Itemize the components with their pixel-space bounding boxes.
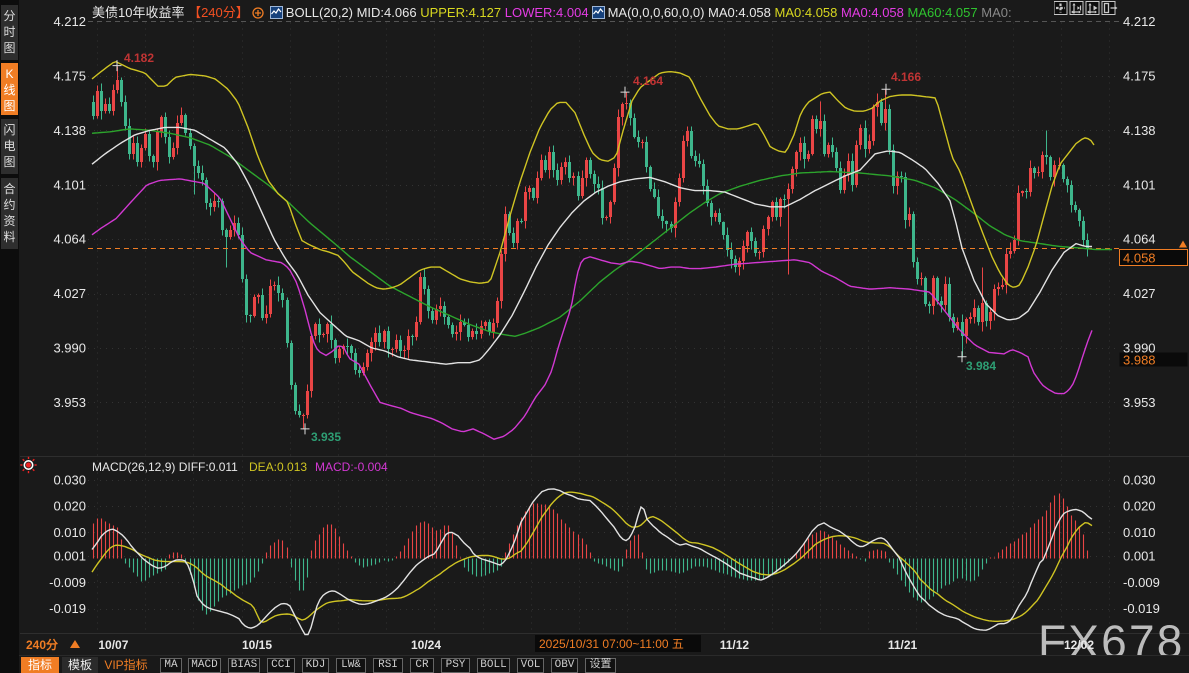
svg-text:2025/10/31 07:00~11:00 五: 2025/10/31 07:00~11:00 五 [539,637,684,651]
svg-text:4.212: 4.212 [53,14,86,29]
svg-text:-0.009: -0.009 [1123,575,1160,590]
svg-text:4.027: 4.027 [1123,286,1156,301]
svg-text:4.101: 4.101 [1123,177,1156,192]
svg-text:0.001: 0.001 [53,549,86,564]
svg-text:0.020: 0.020 [1123,499,1156,514]
svg-text:0.020: 0.020 [53,499,86,514]
svg-text:4.064: 4.064 [1123,232,1156,247]
svg-text:3.935: 3.935 [311,430,341,444]
svg-text:11/12: 11/12 [720,638,750,652]
svg-text:11/21: 11/21 [888,638,918,652]
svg-text:-0.009: -0.009 [49,575,86,590]
svg-text:MACD(26,12,9) DIFF:0.011: MACD(26,12,9) DIFF:0.011 [92,460,238,474]
svg-text:4.175: 4.175 [1123,68,1156,83]
svg-text:4.138: 4.138 [1123,123,1156,138]
svg-text:-0.019: -0.019 [1123,601,1160,616]
svg-text:MACD:-0.004: MACD:-0.004 [315,460,388,474]
svg-text:DEA:0.013: DEA:0.013 [249,460,307,474]
svg-text:3.984: 3.984 [966,359,996,373]
svg-text:4.064: 4.064 [53,232,86,247]
svg-text:10/24: 10/24 [411,638,441,652]
svg-text:12/02: 12/02 [1064,638,1094,652]
svg-text:4.175: 4.175 [53,68,86,83]
svg-text:0.030: 0.030 [53,472,86,487]
svg-text:4.164: 4.164 [633,74,663,88]
svg-text:10/15: 10/15 [242,638,272,652]
svg-text:3.988: 3.988 [1123,353,1156,368]
svg-text:10/07: 10/07 [98,638,128,652]
svg-text:3.990: 3.990 [53,341,86,356]
svg-text:0.030: 0.030 [1123,472,1156,487]
svg-text:3.953: 3.953 [53,395,86,410]
svg-text:-0.019: -0.019 [49,601,86,616]
svg-text:3.953: 3.953 [1123,395,1156,410]
svg-text:4.101: 4.101 [53,177,86,192]
svg-text:4.058: 4.058 [1123,251,1156,266]
svg-text:0.010: 0.010 [53,525,86,540]
svg-text:4.166: 4.166 [891,70,921,84]
svg-text:4.182: 4.182 [124,51,154,65]
svg-text:0.001: 0.001 [1123,549,1156,564]
svg-text:4.212: 4.212 [1123,14,1156,29]
svg-text:0.010: 0.010 [1123,525,1156,540]
svg-text:4.138: 4.138 [53,123,86,138]
svg-text:4.027: 4.027 [53,286,86,301]
svg-text:240分: 240分 [26,637,58,652]
